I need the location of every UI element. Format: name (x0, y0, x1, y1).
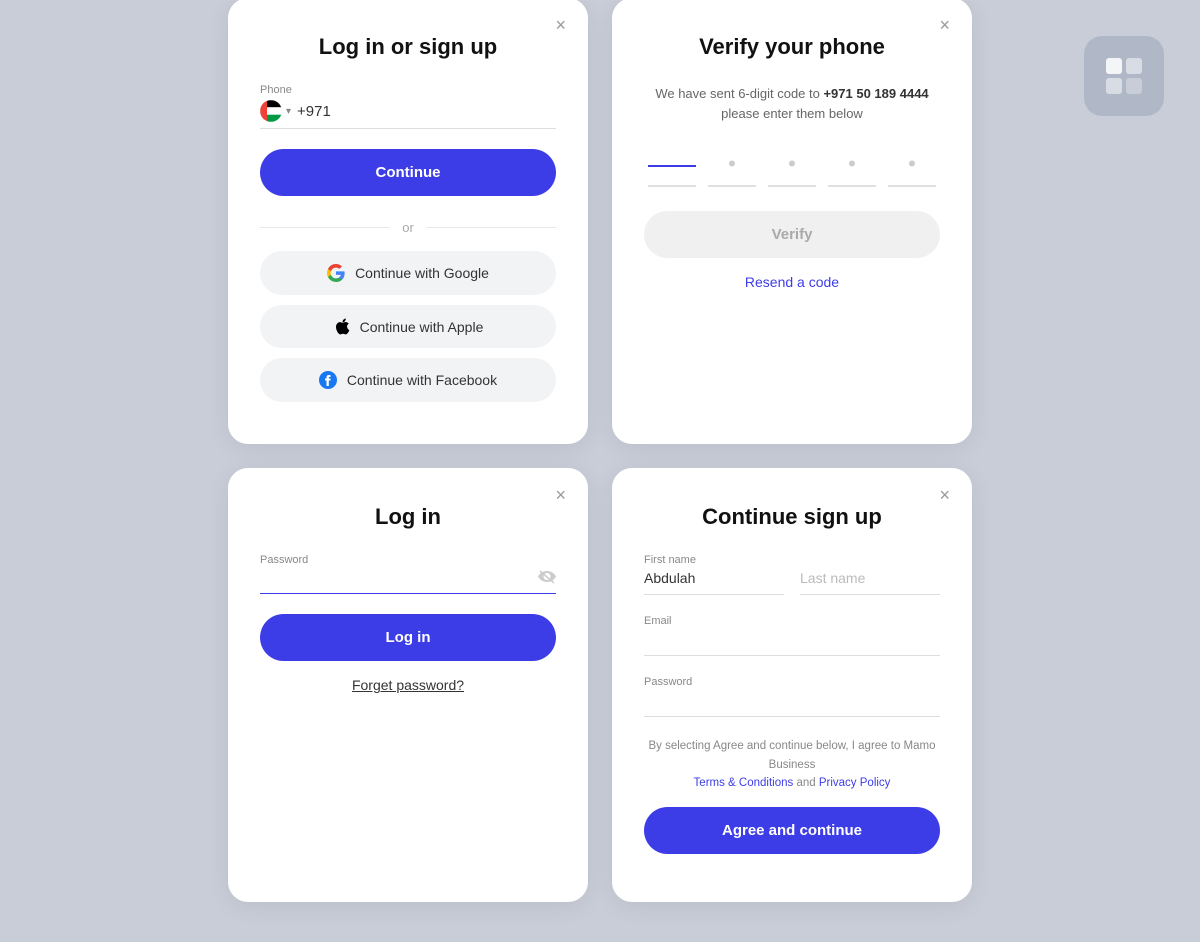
email-label: Email (644, 615, 940, 627)
login-signup-close[interactable]: × (549, 14, 572, 36)
chevron-icon: ▾ (286, 106, 291, 117)
last-name-field (800, 554, 940, 595)
terms-link[interactable]: Terms & Conditions (694, 777, 794, 789)
eye-icon[interactable] (538, 570, 556, 587)
verify-title: Verify your phone (644, 34, 940, 60)
verify-subtitle: We have sent 6-digit code to +971 50 189… (644, 84, 940, 123)
login-signup-card: × Log in or sign up Phone ▾ Con (228, 0, 588, 444)
agree-continue-button[interactable]: Agree and continue (644, 807, 940, 854)
otp-slot-1[interactable] (648, 151, 696, 187)
last-name-label (800, 554, 940, 566)
verify-phone: +971 50 189 4444 (823, 86, 928, 101)
password-input[interactable] (260, 570, 538, 587)
phone-label: Phone (260, 84, 556, 96)
phone-input[interactable] (297, 103, 556, 120)
login-button[interactable]: Log in (260, 614, 556, 661)
first-name-label: First name (644, 554, 784, 566)
facebook-icon (319, 371, 337, 389)
continue-signup-close[interactable]: × (933, 484, 956, 506)
otp-inputs: • • • • (644, 151, 940, 187)
email-input[interactable] (644, 631, 940, 647)
password-label: Password (260, 554, 556, 566)
signup-password-field: Password (644, 676, 940, 717)
login-title: Log in (260, 504, 556, 530)
first-name-input[interactable] (644, 570, 784, 586)
or-divider: or (260, 220, 556, 235)
facebook-button[interactable]: Continue with Facebook (260, 358, 556, 402)
app-icon (1084, 36, 1164, 116)
first-name-field: First name (644, 554, 784, 595)
continue-signup-card: × Continue sign up First name Email Pass… (612, 468, 972, 901)
phone-input-row: ▾ (260, 100, 556, 129)
login-card: × Log in Password Log in Forget password… (228, 468, 588, 901)
verify-card: × Verify your phone We have sent 6-digit… (612, 0, 972, 444)
email-field: Email (644, 615, 940, 656)
login-signup-title: Log in or sign up (260, 34, 556, 60)
continue-signup-title: Continue sign up (644, 504, 940, 530)
continue-button[interactable]: Continue (260, 149, 556, 196)
resend-link[interactable]: Resend a code (644, 274, 940, 290)
password-input-row (260, 570, 556, 594)
google-button[interactable]: Continue with Google (260, 251, 556, 295)
verify-button[interactable]: Verify (644, 211, 940, 258)
login-close[interactable]: × (549, 484, 572, 506)
verify-close[interactable]: × (933, 14, 956, 36)
otp-slot-5[interactable]: • (888, 151, 936, 187)
signup-password-label: Password (644, 676, 940, 688)
signup-password-input[interactable] (644, 692, 940, 708)
privacy-link[interactable]: Privacy Policy (819, 777, 891, 789)
otp-slot-2[interactable]: • (708, 151, 756, 187)
otp-slot-3[interactable]: • (768, 151, 816, 187)
last-name-input[interactable] (800, 570, 940, 586)
apple-button[interactable]: Continue with Apple (260, 305, 556, 348)
otp-slot-4[interactable]: • (828, 151, 876, 187)
apple-icon (333, 318, 350, 335)
google-icon (327, 264, 345, 282)
uae-flag (260, 100, 282, 122)
country-selector[interactable]: ▾ (260, 100, 297, 122)
name-row: First name (644, 554, 940, 595)
terms-text: By selecting Agree and continue below, I… (644, 737, 940, 792)
forget-password-link[interactable]: Forget password? (260, 677, 556, 693)
